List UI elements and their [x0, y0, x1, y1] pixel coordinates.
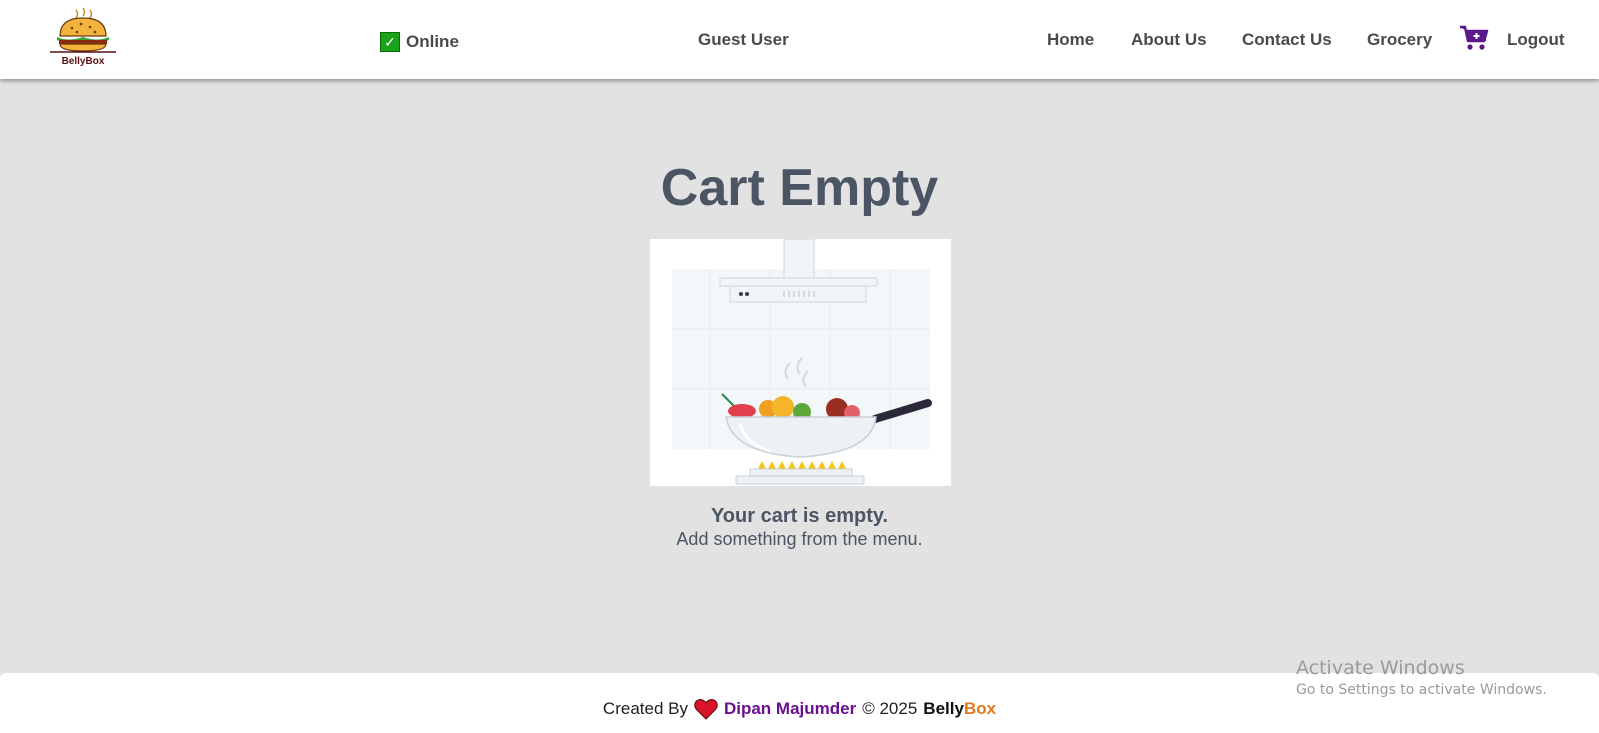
- page-title: Cart Empty: [660, 159, 939, 217]
- activation-watermark-title: Activate Windows: [1296, 657, 1465, 679]
- cart-icon[interactable]: [1459, 24, 1489, 52]
- brand-second: Box: [963, 699, 997, 718]
- nav-logout[interactable]: Logout: [1507, 30, 1565, 50]
- empty-cart-message: Your cart is empty.: [710, 505, 889, 527]
- site-header: BellyBox ✓ Online Guest User Home About …: [0, 0, 1599, 79]
- heart-icon: [694, 698, 718, 720]
- footer-brand: BellyBox: [923, 699, 996, 719]
- check-icon: ✓: [380, 32, 400, 52]
- empty-cart-submessage: Add something from the menu.: [676, 529, 923, 549]
- logo-text: BellyBox: [61, 56, 105, 67]
- footer-credit: Created By Dipan Majumder © 2025 BellyBo…: [0, 698, 1599, 720]
- status-label: Online: [406, 32, 459, 51]
- bellybox-logo[interactable]: BellyBox: [48, 6, 118, 70]
- copyright: © 2025: [862, 699, 918, 718]
- activation-watermark-subtitle: Go to Settings to activate Windows.: [1296, 682, 1547, 698]
- author-name: Dipan Majumder: [723, 699, 857, 718]
- kitchen-pan-illustration: [650, 238, 951, 486]
- nav-home[interactable]: Home: [1047, 30, 1094, 50]
- created-by-label: Created By: [602, 699, 688, 718]
- brand-first: Belly: [923, 699, 964, 718]
- burger-logo-icon: [50, 7, 116, 53]
- user-name: Guest User: [698, 30, 789, 49]
- nav-grocery[interactable]: Grocery: [1367, 30, 1432, 50]
- online-status: ✓ Online: [380, 32, 459, 52]
- nav-contact[interactable]: Contact Us: [1242, 30, 1332, 50]
- nav-about[interactable]: About Us: [1131, 30, 1207, 50]
